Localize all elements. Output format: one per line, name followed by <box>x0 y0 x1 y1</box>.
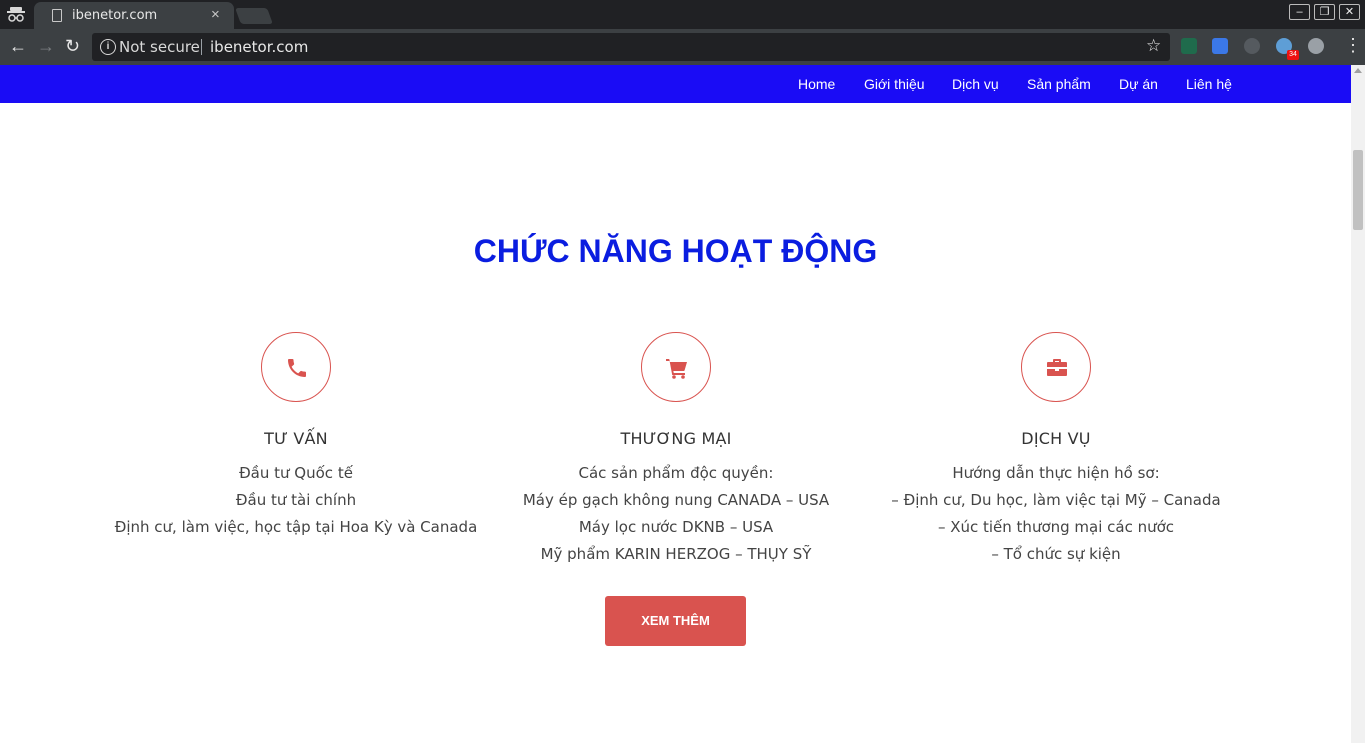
feature-title: THƯƠNG MẠI <box>620 429 732 448</box>
shopping-cart-icon <box>666 359 687 379</box>
nav-item-about[interactable]: Giới thiệu <box>864 76 925 92</box>
nav-item-projects[interactable]: Dự án <box>1119 76 1158 92</box>
back-arrow-icon[interactable]: ← <box>9 37 27 55</box>
omnibox-divider <box>201 39 202 55</box>
browser-tab[interactable]: ibenetor.com × <box>34 2 234 29</box>
feature-line: Định cư, làm việc, học tập tại Hoa Kỳ và… <box>114 518 478 536</box>
feature-line: Máy ép gạch không nung CANADA – USA <box>522 491 830 509</box>
bookmark-star-icon[interactable]: ☆ <box>1146 36 1161 56</box>
nav-item-contact[interactable]: Liên hệ <box>1186 76 1232 92</box>
minimize-button[interactable]: – <box>1289 4 1310 20</box>
scrollbar-thumb[interactable] <box>1353 150 1363 230</box>
feature-line: Hướng dẫn thực hiện hồ sơ: <box>952 464 1160 482</box>
url-text[interactable]: ibenetor.com <box>210 38 308 56</box>
feature-description: Các sản phẩm độc quyền: Máy ép gạch khôn… <box>486 460 866 568</box>
forward-arrow-icon[interactable]: → <box>37 37 55 55</box>
feature-consulting: TƯ VẤN Đầu tư Quốc tế Đầu tư tài chính Đ… <box>106 332 486 541</box>
feature-services: DỊCH VỤ Hướng dẫn thực hiện hồ sơ: – Địn… <box>866 332 1246 568</box>
scroll-up-icon[interactable] <box>1354 68 1362 73</box>
feature-description: Đầu tư Quốc tế Đầu tư tài chính Định cư,… <box>106 460 486 541</box>
nav-item-products[interactable]: Sản phẩm <box>1027 76 1091 92</box>
feature-icon-circle <box>1021 332 1091 402</box>
feature-line: Đầu tư tài chính <box>235 491 357 509</box>
restore-button[interactable]: ❐ <box>1314 4 1335 20</box>
browser-menu-icon[interactable]: ⋮ <box>1344 36 1362 54</box>
read-more-button[interactable]: XEM THÊM <box>605 596 746 646</box>
tab-title: ibenetor.com <box>72 8 158 23</box>
cloud-extension-icon[interactable] <box>1308 38 1324 54</box>
info-icon[interactable]: i <box>100 39 116 55</box>
phone-icon <box>288 359 306 377</box>
page-viewport: Home Giới thiệu Dịch vụ Sản phẩm Dự án L… <box>0 65 1351 741</box>
address-bar[interactable]: i Not secure ibenetor.com ☆ <box>92 33 1170 61</box>
feature-line: Đầu tư Quốc tế <box>239 464 353 482</box>
wordpress-extension-icon[interactable] <box>1244 38 1260 54</box>
tab-close-icon[interactable]: × <box>211 6 220 23</box>
feature-line: Máy lọc nước DKNB – USA <box>578 518 774 536</box>
feature-commerce: THƯƠNG MẠI Các sản phẩm độc quyền: Máy é… <box>486 332 866 568</box>
briefcase-icon <box>1047 359 1067 376</box>
close-window-button[interactable]: ✕ <box>1339 4 1360 20</box>
feature-icon-circle <box>261 332 331 402</box>
feature-icon-circle <box>641 332 711 402</box>
feature-title: TƯ VẤN <box>264 429 328 448</box>
page-icon <box>52 9 62 22</box>
incognito-icon <box>7 7 25 22</box>
browser-toolbar: ← → ↻ i Not secure ibenetor.com ☆ <box>0 29 1365 65</box>
reload-icon[interactable]: ↻ <box>65 37 80 55</box>
nav-item-services[interactable]: Dịch vụ <box>952 76 999 92</box>
extension-badge: 34 <box>1287 50 1299 60</box>
feature-line: – Định cư, Du học, làm việc tại Mỹ – Can… <box>891 491 1221 509</box>
feature-line: Các sản phẩm độc quyền: <box>578 464 774 482</box>
nav-item-home[interactable]: Home <box>798 76 835 92</box>
page-scrollbar[interactable] <box>1351 65 1365 743</box>
extension-icon-1[interactable] <box>1181 38 1197 54</box>
feature-title: DỊCH VỤ <box>1021 429 1091 448</box>
section-title: CHỨC NĂNG HOẠT ĐỘNG <box>473 233 878 269</box>
feature-description: Hướng dẫn thực hiện hồ sơ: – Định cư, Du… <box>866 460 1246 568</box>
site-navbar: Home Giới thiệu Dịch vụ Sản phẩm Dự án L… <box>0 65 1351 103</box>
feature-line: Mỹ phẩm KARIN HERZOG – THỤY SỸ <box>540 545 812 563</box>
feature-line: – Xúc tiến thương mại các nước <box>937 518 1175 536</box>
browser-tab-bar: ibenetor.com × – ❐ ✕ <box>0 0 1365 29</box>
translate-extension-icon[interactable] <box>1212 38 1228 54</box>
feature-line: – Tổ chức sự kiện <box>991 545 1121 563</box>
new-tab-button[interactable] <box>235 8 273 24</box>
security-label: Not secure <box>119 38 200 56</box>
